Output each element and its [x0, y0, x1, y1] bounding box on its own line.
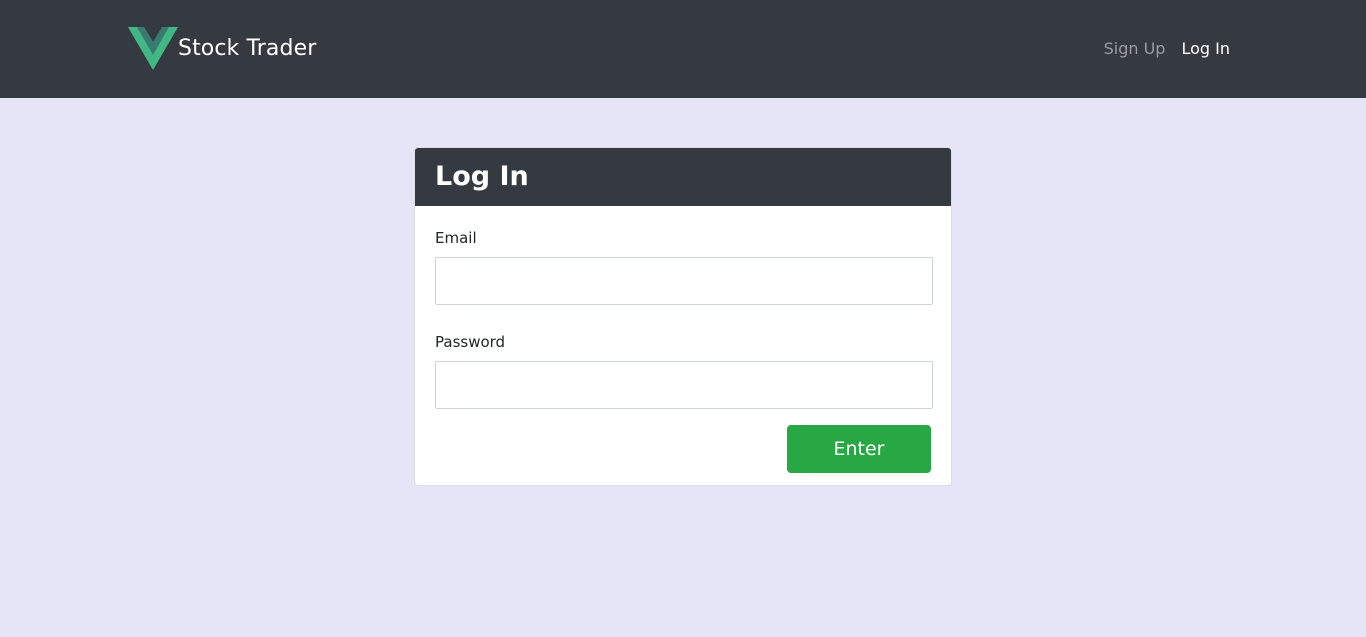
vue-logo-icon: [128, 27, 178, 70]
nav-link-sign-up[interactable]: Sign Up: [1104, 38, 1166, 60]
login-form: Email Password Enter: [415, 228, 951, 473]
login-title: Log In: [435, 161, 529, 192]
brand-link[interactable]: Stock Trader: [128, 27, 316, 71]
form-actions: Enter: [435, 425, 931, 473]
nav-link-log-in[interactable]: Log In: [1181, 38, 1230, 60]
password-field[interactable]: [435, 361, 933, 409]
brand-name: Stock Trader: [178, 36, 317, 61]
nav-links: Sign Up Log In: [1104, 38, 1230, 60]
email-field[interactable]: [435, 257, 933, 305]
enter-button[interactable]: Enter: [787, 425, 931, 473]
email-label: Email: [435, 229, 477, 247]
login-card-header: Log In: [415, 148, 951, 206]
password-label: Password: [435, 333, 506, 351]
top-navbar: Stock Trader Sign Up Log In: [0, 0, 1366, 98]
login-card: Log In Email Password Enter: [414, 147, 952, 486]
